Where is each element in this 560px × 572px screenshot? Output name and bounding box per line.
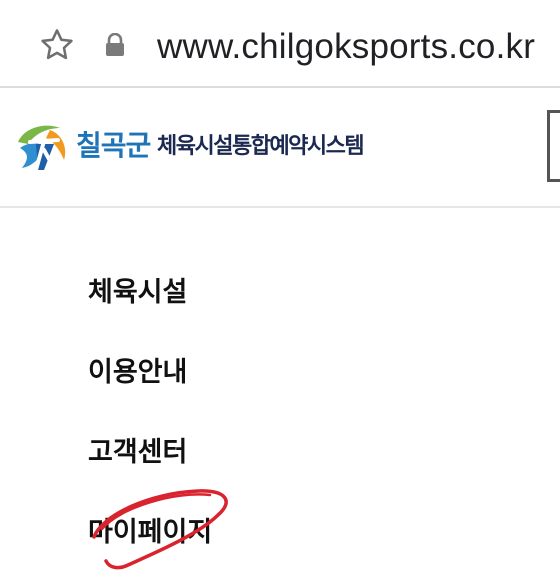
page: www.chilgoksports.co.kr 칠곡군 체육시설통합예약시스템 …	[0, 0, 560, 572]
nav-item-usage-guide[interactable]: 이용안내	[88, 353, 187, 393]
browser-address-bar: www.chilgoksports.co.kr	[0, 0, 560, 86]
nav-item-mypage[interactable]: 마이페이지	[88, 513, 212, 553]
nav-item-facilities[interactable]: 체육시설	[88, 273, 187, 313]
nav-item-customer-center[interactable]: 고객센터	[88, 433, 187, 473]
header-divider	[0, 206, 560, 208]
star-outline-icon[interactable]	[38, 26, 76, 64]
url-field[interactable]: www.chilgoksports.co.kr	[157, 25, 535, 69]
logo-region-name[interactable]: 칠곡군	[76, 126, 151, 166]
lock-icon[interactable]	[104, 33, 126, 57]
logo-system-name[interactable]: 체육시설통합예약시스템	[157, 130, 365, 164]
menu-toggle-icon[interactable]	[547, 110, 560, 182]
chilgok-logo-icon[interactable]	[14, 120, 70, 174]
